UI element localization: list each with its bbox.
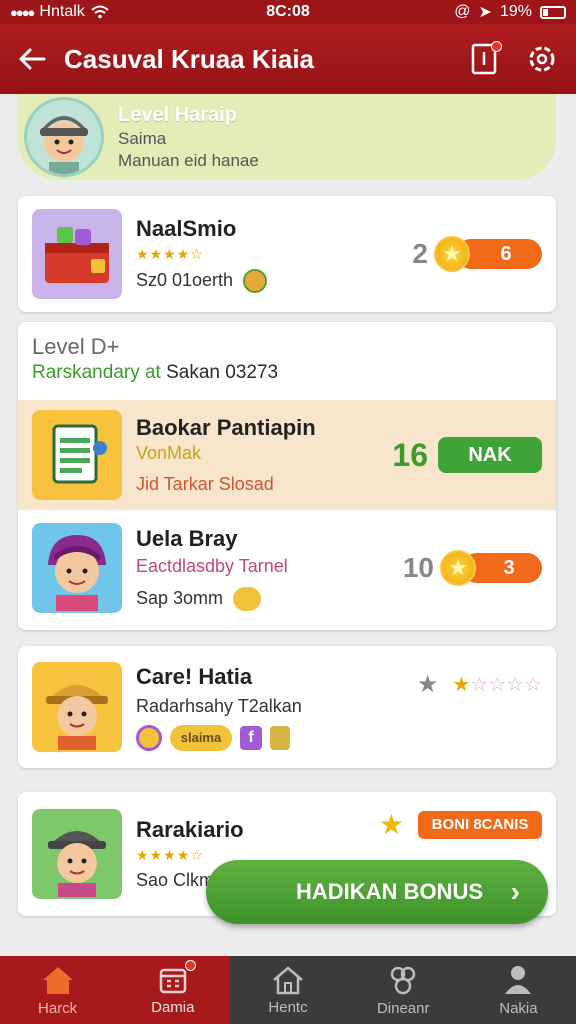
- game-badge: slaima: [170, 724, 232, 751]
- rating-stars: ★★★★☆: [136, 245, 204, 262]
- game-thumbnail: [32, 809, 122, 899]
- game-title: Care! Hatia: [136, 663, 253, 689]
- back-button[interactable]: [14, 41, 50, 77]
- section-subheading: Rarskandary at Sakan 03273: [32, 362, 278, 384]
- notification-dot: [185, 960, 197, 971]
- player-title: Uela Bray: [136, 525, 238, 551]
- battery-icon: [539, 5, 566, 19]
- clock: 8C:08: [266, 3, 310, 20]
- avatar: [24, 97, 104, 177]
- game-thumbnail: [32, 209, 122, 299]
- nav-item-games[interactable]: Damia: [115, 956, 231, 1024]
- player-row[interactable]: Uela Bray Eactdlasdby Tarnel Sap 3omm 10…: [18, 518, 556, 618]
- wifi-icon: [91, 5, 109, 19]
- game-card[interactable]: Care! Hatia Radarhsahy T2alkan slaima f …: [18, 646, 556, 768]
- section-heading: Level D+: [32, 334, 120, 359]
- bonus-badge: BONI 8CANIS: [418, 810, 542, 839]
- game-title: NaalSmio: [136, 215, 237, 241]
- profile-level: Level Haraip: [118, 103, 237, 126]
- people-icon: [390, 966, 416, 994]
- fruit-icon: [243, 268, 268, 293]
- gear-icon: [529, 46, 555, 72]
- game-meta: Radarhsahy T2alkan: [136, 695, 302, 716]
- coin-icon: [233, 586, 262, 611]
- rating-stars: ★☆☆☆☆: [452, 674, 542, 696]
- section-subheading-rest: Sakan 03273: [166, 362, 279, 383]
- arrow-left-icon: [19, 48, 46, 70]
- nav-label: Damia: [151, 998, 195, 1016]
- nav-item-house[interactable]: Hentc: [230, 956, 345, 1024]
- highlight-sub1: VonMak: [136, 443, 202, 463]
- carrier-label: Hntalk: [39, 3, 85, 20]
- nav-label: Nakia: [499, 999, 538, 1017]
- calendar-icon: [159, 968, 187, 993]
- highlight-action-button[interactable]: NAK: [438, 437, 542, 473]
- star-coin-icon: ★: [440, 550, 476, 586]
- nav-label: Hentc: [268, 998, 308, 1016]
- star-coin-icon: ★: [434, 236, 470, 272]
- nav-item-profile[interactable]: Nakia: [461, 956, 576, 1024]
- score-value: 2: [412, 238, 428, 269]
- profile-description: Manuan eid hanae: [118, 150, 259, 170]
- highlight-score: 16: [392, 436, 428, 473]
- plus-icon: f: [240, 725, 262, 750]
- status-bar: ●●●● Hntalk 8C:08 @ ➤ 19%: [0, 0, 576, 24]
- highlight-thumbnail: [32, 410, 122, 500]
- notification-dot: [491, 41, 502, 52]
- player-score: 10: [402, 552, 434, 583]
- highlight-row[interactable]: Baokar Pantiapin VonMak Jid Tarkar Slosa…: [18, 400, 556, 510]
- bonus-button-label: HADIKAN BONUS: [296, 879, 483, 904]
- profile-name: Saima: [118, 128, 167, 148]
- game-thumbnail: [32, 662, 122, 752]
- signal-icon: ●●●●: [10, 4, 35, 20]
- game-meta: Sz0 01oerth: [136, 270, 234, 290]
- highlight-sub2: Jid Tarkar Slosad: [136, 474, 274, 494]
- notifications-button[interactable]: [464, 39, 504, 79]
- player-sub1: Eactdlasdby Tarnel: [136, 555, 288, 576]
- highlight-title: Baokar Pantiapin: [136, 415, 316, 440]
- app-bar: Casuval Kruaa Kiaia: [0, 24, 576, 94]
- chevron-right-icon: ›: [510, 876, 520, 907]
- bottom-nav: Harck Damia Hentc Dineanr Nakia: [0, 956, 576, 1024]
- bag-icon: [270, 725, 290, 750]
- alarm-icon: @: [454, 3, 471, 20]
- house-icon: [273, 965, 303, 994]
- home-icon: [42, 966, 73, 994]
- settings-button[interactable]: [522, 39, 562, 79]
- level-section-card: Level D+ Rarskandary at Sakan 03273 Baok…: [18, 322, 556, 630]
- player-sub2: Sap 3omm: [136, 588, 224, 608]
- game-card[interactable]: NaalSmio ★★★★☆ Sz0 01oerth 2 ★ 6: [18, 196, 556, 312]
- nav-item-community[interactable]: Dineanr: [346, 956, 461, 1024]
- nav-label: Dineanr: [376, 999, 430, 1017]
- game-title: Rarakiario: [136, 817, 244, 842]
- nav-label: Harck: [38, 999, 78, 1017]
- person-icon: [505, 965, 532, 994]
- player-thumbnail: [32, 523, 122, 613]
- profile-card[interactable]: Level Haraip Saima Manuan eid hanae: [18, 94, 556, 180]
- favorite-icon[interactable]: ★: [417, 670, 439, 699]
- gem-icon: [136, 724, 162, 751]
- battery-percent: 19%: [499, 3, 532, 20]
- star-icon: ★: [378, 809, 404, 840]
- bonus-button[interactable]: HADIKAN BONUS ›: [206, 860, 548, 924]
- nav-item-home[interactable]: Harck: [0, 956, 116, 1024]
- location-icon: ➤: [478, 4, 492, 21]
- section-subheading-green: Rarskandary at: [32, 362, 161, 383]
- page-title: Casuval Kruaa Kiaia: [64, 43, 315, 74]
